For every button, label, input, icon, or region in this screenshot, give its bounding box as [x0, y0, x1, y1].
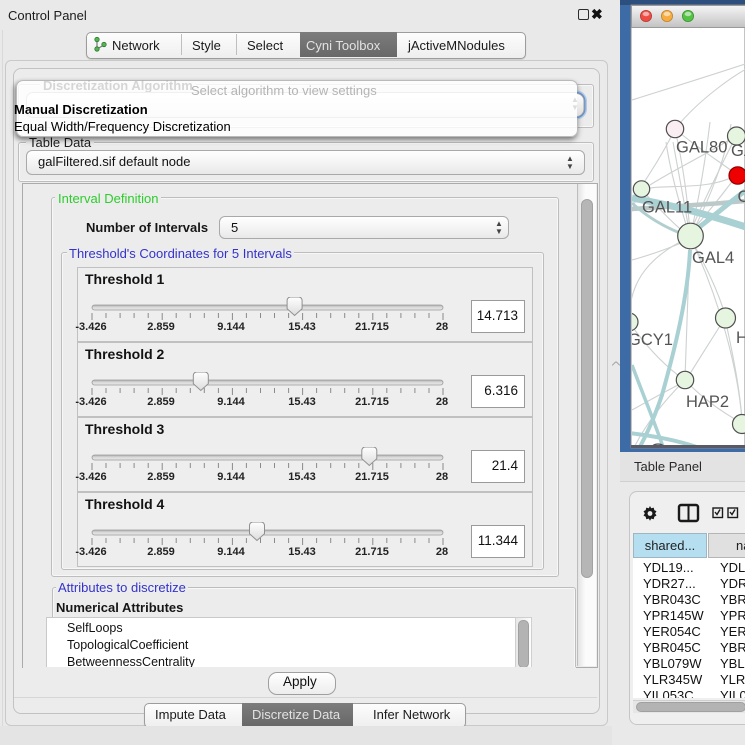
svg-text:GCY1: GCY1: [628, 331, 673, 349]
svg-text:HAP2: HAP2: [686, 393, 729, 411]
svg-text:H: H: [736, 329, 745, 347]
svg-text:GA: GA: [731, 142, 745, 160]
svg-text:GAL4: GAL4: [692, 249, 734, 267]
svg-text:GAL11: GAL11: [642, 199, 692, 217]
svg-text:C: C: [738, 188, 745, 206]
svg-text:GAL80: GAL80: [676, 139, 727, 157]
